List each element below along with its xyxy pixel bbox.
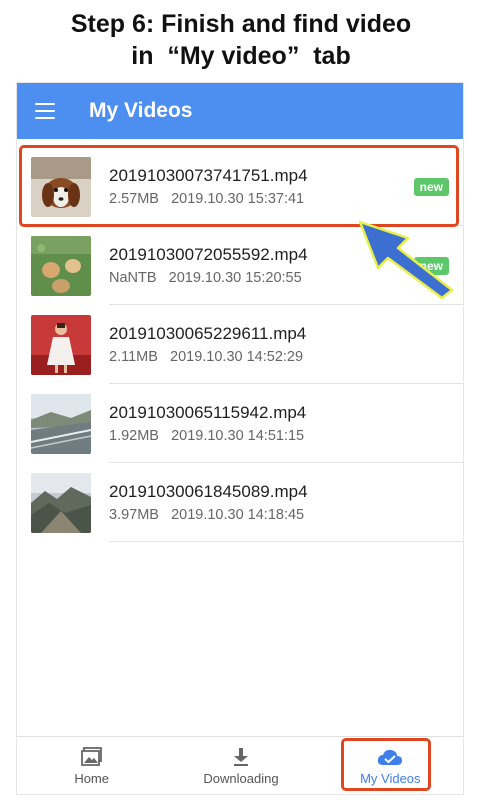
hamburger-menu-icon[interactable] (17, 83, 73, 139)
video-date: 2019.10.30 15:20:55 (168, 270, 302, 286)
bottom-navigation: Home Downloading My Videos (17, 736, 463, 794)
video-size: NaNTB (109, 270, 157, 286)
video-size: 2.57MB (109, 191, 159, 207)
video-list-item[interactable]: 20191030073741751.mp4 2.57MB 2019.10.30 … (31, 147, 463, 226)
app-bar-title: My Videos (89, 99, 193, 122)
video-date: 2019.10.30 14:18:45 (171, 507, 305, 523)
video-meta: 1.92MB 2019.10.30 14:51:15 (109, 428, 304, 444)
nav-home[interactable]: Home (17, 737, 166, 794)
video-size: 2.11MB (109, 349, 158, 365)
video-list-item[interactable]: 20191030065115942.mp4 1.92MB 2019.10.30 … (31, 384, 463, 463)
video-meta: 2.57MB 2019.10.30 15:37:41 (109, 191, 304, 207)
video-thumbnail (31, 157, 91, 217)
video-date: 2019.10.30 15:37:41 (171, 191, 305, 207)
video-filename: 20191030065115942.mp4 (109, 403, 307, 422)
video-thumbnail (31, 236, 91, 296)
video-list-item[interactable]: 20191030065229611.mp4 2.11MB 2019.10.30 … (31, 305, 463, 384)
video-meta: 2.11MB 2019.10.30 14:52:29 (109, 349, 303, 365)
phone-screen: My Videos 20191030073741751.mp4 2.57MB 2… (16, 82, 464, 795)
video-date: 2019.10.30 14:51:15 (171, 428, 305, 444)
new-badge: new (413, 178, 449, 196)
nav-downloading[interactable]: Downloading (166, 737, 315, 794)
nav-downloading-label: Downloading (203, 770, 279, 786)
video-thumbnail (31, 473, 91, 533)
caption-line-2: in “My video” tab (131, 42, 351, 70)
video-size: 3.97MB (109, 507, 159, 523)
video-filename: 20191030072055592.mp4 (109, 245, 308, 264)
app-bar: My Videos (17, 83, 463, 139)
video-size: 1.92MB (109, 428, 159, 444)
video-filename: 20191030061845089.mp4 (109, 482, 308, 501)
video-list-item[interactable]: 20191030061845089.mp4 3.97MB 2019.10.30 … (31, 463, 463, 542)
new-badge: new (413, 257, 449, 275)
video-meta: NaNTB 2019.10.30 15:20:55 (109, 270, 302, 286)
video-date: 2019.10.30 14:52:29 (170, 349, 304, 365)
download-icon (231, 746, 251, 768)
video-thumbnail (31, 315, 91, 375)
video-thumbnail (31, 394, 91, 454)
nav-my-videos-label: My Videos (360, 770, 421, 786)
tutorial-caption: Step 6: Finish and find video in “My vid… (0, 8, 482, 72)
cloud-check-icon (377, 746, 403, 768)
nav-home-label: Home (74, 770, 109, 786)
video-filename: 20191030065229611.mp4 (109, 324, 307, 343)
nav-my-videos[interactable]: My Videos (316, 737, 463, 794)
caption-line-1: Step 6: Finish and find video (70, 10, 412, 38)
video-list: 20191030073741751.mp4 2.57MB 2019.10.30 … (17, 139, 463, 542)
video-list-item[interactable]: 20191030072055592.mp4 NaNTB 2019.10.30 1… (31, 226, 463, 305)
gallery-icon (80, 746, 103, 768)
video-meta: 3.97MB 2019.10.30 14:18:45 (109, 507, 304, 523)
video-filename: 20191030073741751.mp4 (109, 166, 308, 185)
